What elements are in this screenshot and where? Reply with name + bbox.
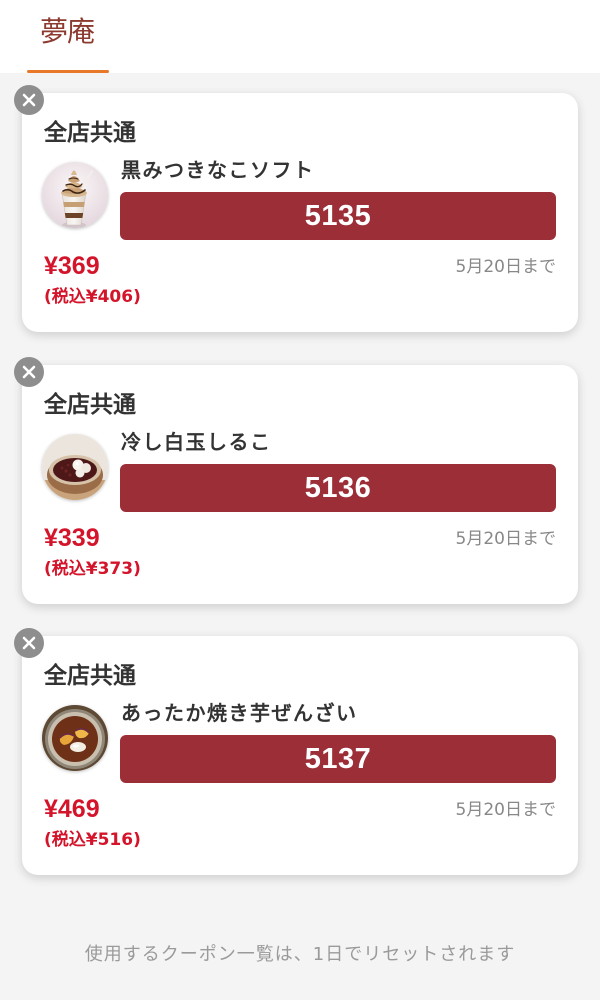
coupon-product-name: 冷し白玉しるこ bbox=[121, 430, 272, 454]
coupon-code-bar: 5136 bbox=[120, 464, 556, 512]
coupon-expiry: 5月20日まで bbox=[455, 529, 556, 549]
tab-active-indicator bbox=[27, 70, 109, 73]
close-icon bbox=[22, 636, 36, 650]
coupon-code-bar: 5135 bbox=[120, 192, 556, 240]
tab-yumean[interactable]: 夢庵 bbox=[27, 0, 109, 73]
close-icon bbox=[22, 93, 36, 107]
coupon-card: 全店共通 冷し白玉しるこ 5136 ¥339 (税込¥373) 5月20日まで bbox=[14, 357, 578, 604]
reset-notice: 使用するクーポン一覧は、1日でリセットされます bbox=[84, 944, 516, 965]
coupon-expiry: 5月20日まで bbox=[455, 800, 556, 820]
close-button[interactable] bbox=[14, 85, 44, 115]
coupon-price: ¥469 bbox=[44, 795, 100, 823]
coupon-price-with-tax: (税込¥516) bbox=[44, 830, 141, 850]
coupon-code: 5135 bbox=[304, 200, 372, 232]
coupon-expiry: 5月20日まで bbox=[455, 257, 556, 277]
close-icon bbox=[22, 365, 36, 379]
coupon-code-bar: 5137 bbox=[120, 735, 556, 783]
coupon-code: 5137 bbox=[304, 743, 372, 775]
coupon-price-with-tax: (税込¥406) bbox=[44, 287, 141, 307]
close-button[interactable] bbox=[14, 628, 44, 658]
coupon-price-with-tax: (税込¥373) bbox=[44, 559, 141, 579]
coupon-scope: 全店共通 bbox=[44, 392, 136, 418]
app-header: 夢庵 bbox=[0, 0, 600, 73]
coupon-card: 全店共通 黒みつきなこソフト 5135 ¥369 (税込¥406) 5月20日ま… bbox=[14, 85, 578, 332]
coupon-product-name: あったか焼き芋ぜんざい bbox=[121, 701, 358, 725]
coupon-scope: 全店共通 bbox=[44, 663, 136, 689]
hiyashi-shiratama-shiruko-image bbox=[42, 434, 108, 500]
kuromitsu-kinako-soft-image bbox=[42, 162, 108, 228]
coupon-product-name: 黒みつきなこソフト bbox=[121, 158, 315, 182]
coupon-price: ¥339 bbox=[44, 524, 100, 552]
coupon-code: 5136 bbox=[304, 472, 372, 504]
yakiimo-zenzai-image bbox=[42, 705, 108, 771]
coupon-card: 全店共通 あったか焼き芋ぜんざい 5137 ¥469 (税込¥516) 5月20… bbox=[14, 628, 578, 875]
close-button[interactable] bbox=[14, 357, 44, 387]
coupon-scope: 全店共通 bbox=[44, 120, 136, 146]
brand-logo: 夢庵 bbox=[40, 15, 95, 48]
coupon-price: ¥369 bbox=[44, 252, 100, 280]
